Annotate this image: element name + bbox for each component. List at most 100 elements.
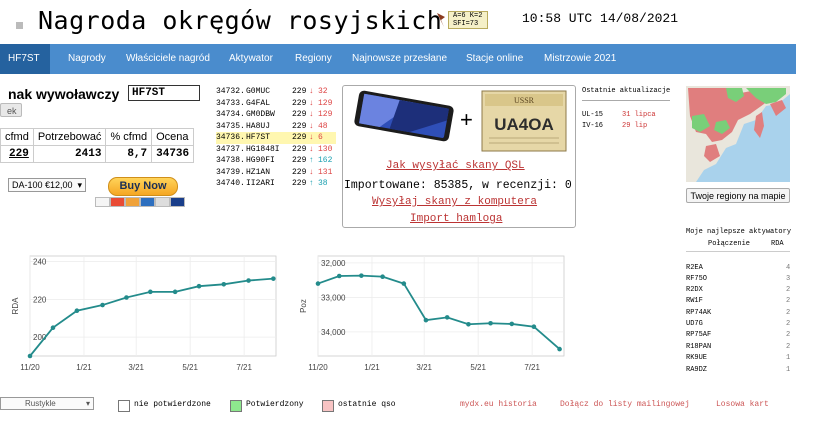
qsl-card-header: USSR	[514, 96, 535, 105]
table-row[interactable]: RF75O	[686, 275, 707, 283]
x-tick-label: 7/21	[236, 363, 252, 372]
stats-value-cfmd[interactable]: 229	[0, 145, 34, 163]
nav-item-champions[interactable]: Mistrzowie 2021	[544, 44, 616, 74]
list-item[interactable]: 34739. HZ1AN 229 ↓ 131	[216, 167, 336, 179]
list-item-total: 229	[292, 133, 307, 142]
list-item[interactable]: 34732. G0MUC 229 ↓ 32	[216, 86, 336, 98]
table-row[interactable]: R18PAN	[686, 343, 711, 351]
legend-swatch-unconfirmed	[118, 400, 130, 412]
y-tick-label: 32,000	[321, 259, 346, 268]
table-row[interactable]: UD7G	[686, 320, 703, 328]
list-item-callsign: G4FAL	[246, 98, 271, 108]
nav-item-activator[interactable]: Aktywator	[229, 44, 273, 74]
list-item-delta: 48	[318, 121, 328, 131]
down-arrow-icon: ↓	[309, 133, 314, 142]
table-cell-rda: 2	[786, 331, 791, 339]
nav-item-callsign[interactable]: HF7ST	[8, 44, 40, 74]
down-arrow-icon: ↓	[309, 121, 314, 131]
list-item-number: 34732.	[216, 87, 245, 96]
random-card-link[interactable]: Losowa karta	[716, 400, 768, 409]
list-item-callsign: G0MUC	[246, 87, 271, 96]
up-arrow-icon: ↑	[309, 179, 314, 188]
down-arrow-icon: ↓	[309, 144, 314, 154]
y-tick-label: 34,000	[321, 328, 346, 337]
data-point	[423, 317, 429, 323]
card-visa-icon	[95, 197, 110, 207]
list-item[interactable]: 34735. HA8UJ 229 ↓ 48	[216, 121, 336, 133]
data-point	[509, 321, 515, 327]
down-arrow-icon: ↓	[309, 98, 314, 108]
list-item-delta: 129	[318, 110, 333, 119]
update-region[interactable]: IV-16	[582, 122, 603, 130]
data-point	[27, 353, 33, 359]
table-row[interactable]: RW1F	[686, 297, 703, 305]
table-row[interactable]: RP75AF	[686, 331, 711, 339]
table-row[interactable]: RA9DZ	[686, 366, 707, 374]
list-item[interactable]: 34738. HG90FI 229 ↑ 162	[216, 155, 336, 167]
list-item-total: 229	[292, 167, 307, 177]
nav-item-awards[interactable]: Nagrody	[68, 44, 106, 74]
update-date: 31 lipca	[622, 111, 656, 119]
legend-label-recent-qso: ostatnie qso	[338, 400, 396, 409]
update-date: 29 lip	[622, 122, 648, 130]
data-point	[401, 281, 407, 286]
update-region[interactable]: UL-15	[582, 111, 603, 119]
data-point	[380, 274, 385, 279]
smartphone-image	[354, 90, 454, 142]
x-tick-label: 3/21	[128, 363, 144, 372]
table-row[interactable]: R2DX	[686, 286, 703, 294]
data-point	[444, 315, 450, 320]
list-item-number: 34737.	[216, 144, 245, 154]
list-item-number: 34735.	[216, 121, 245, 131]
nav-item-latest-uploaded[interactable]: Najnowsze przesłane	[352, 44, 447, 74]
list-item[interactable]: 34733. G4FAL 229 ↓ 129	[216, 98, 336, 110]
regions-map[interactable]	[686, 86, 790, 182]
price-select[interactable]: DA-100 €12,00 ▾	[8, 178, 86, 192]
check-button[interactable]: ek	[0, 103, 22, 117]
import-hamlog-link[interactable]: Import hamloga	[410, 213, 502, 225]
list-item[interactable]: 34734. GM0DBW 229 ↓ 129	[216, 109, 336, 121]
list-item-total: 229	[292, 110, 307, 119]
list-item-delta: 6	[318, 133, 323, 142]
data-point	[246, 278, 251, 283]
regions-map-button[interactable]: Twoje regiony na mapie	[686, 188, 790, 203]
table-cell-rda: 4	[786, 264, 791, 272]
plus-sign: +	[460, 107, 473, 132]
nav-item-online-stations[interactable]: Stacje online	[466, 44, 523, 74]
table-row[interactable]: R2EA	[686, 264, 703, 272]
top-activators-col-rda: RDA	[771, 240, 784, 248]
callsign-input[interactable]: HF7ST	[128, 85, 200, 101]
list-item-callsign: HF7ST	[246, 133, 271, 142]
stats-cfmd-link[interactable]: 229	[9, 148, 29, 160]
data-point	[336, 273, 342, 279]
table-row[interactable]: RP74AK	[686, 309, 711, 317]
data-point	[196, 283, 202, 289]
x-tick-label: 3/21	[416, 363, 432, 372]
how-to-send-qsl-link[interactable]: Jak wysyłać skany QSL	[386, 160, 525, 172]
nav-item-award-owners[interactable]: Właściciele nagród	[126, 44, 210, 74]
data-point	[124, 295, 129, 300]
table-cell-rda: 2	[786, 297, 791, 305]
style-select[interactable]: Rustykle ▾	[0, 397, 94, 410]
list-item[interactable]: 34737. HG1848I 229 ↓ 130	[216, 144, 336, 156]
stats-header-percent: % cfmd	[105, 128, 153, 146]
solar-indices-badge: A=6 K=2 SFI=73	[448, 11, 488, 29]
nav-item-regions[interactable]: Regiony	[295, 44, 332, 74]
legend-swatch-confirmed	[230, 400, 242, 412]
buy-now-button[interactable]: Buy Now	[108, 177, 178, 196]
mailing-list-link[interactable]: Dołącz do listy mailingowej	[560, 400, 690, 409]
latest-registrations-list: 34732. G0MUC 229 ↓ 32 34733. G4FAL 229 ↓…	[216, 86, 336, 190]
utc-clock: 10:58 UTC 14/08/2021	[522, 11, 679, 26]
list-item-delta: 129	[318, 98, 333, 108]
table-row[interactable]: RK9UE	[686, 354, 707, 362]
list-item[interactable]: 34740. II2ARI 229 ↑ 38	[216, 178, 336, 190]
y-axis-label: RDA	[11, 297, 20, 315]
x-tick-label: 5/21	[470, 363, 486, 372]
rda-history-chart: 11/20 1/21 3/21 5/21 7/21200220240RDA	[11, 255, 277, 372]
list-item-number: 34736.	[216, 133, 245, 142]
upload-scans-link[interactable]: Wysyłaj skany z komputera	[372, 196, 537, 208]
list-item-current[interactable]: 34736. HF7ST 229 ↓ 6	[216, 132, 336, 144]
list-item-total: 229	[292, 87, 307, 96]
table-cell-rda: 2	[786, 343, 791, 351]
mydx-history-link[interactable]: mydx.eu historia	[460, 400, 537, 409]
